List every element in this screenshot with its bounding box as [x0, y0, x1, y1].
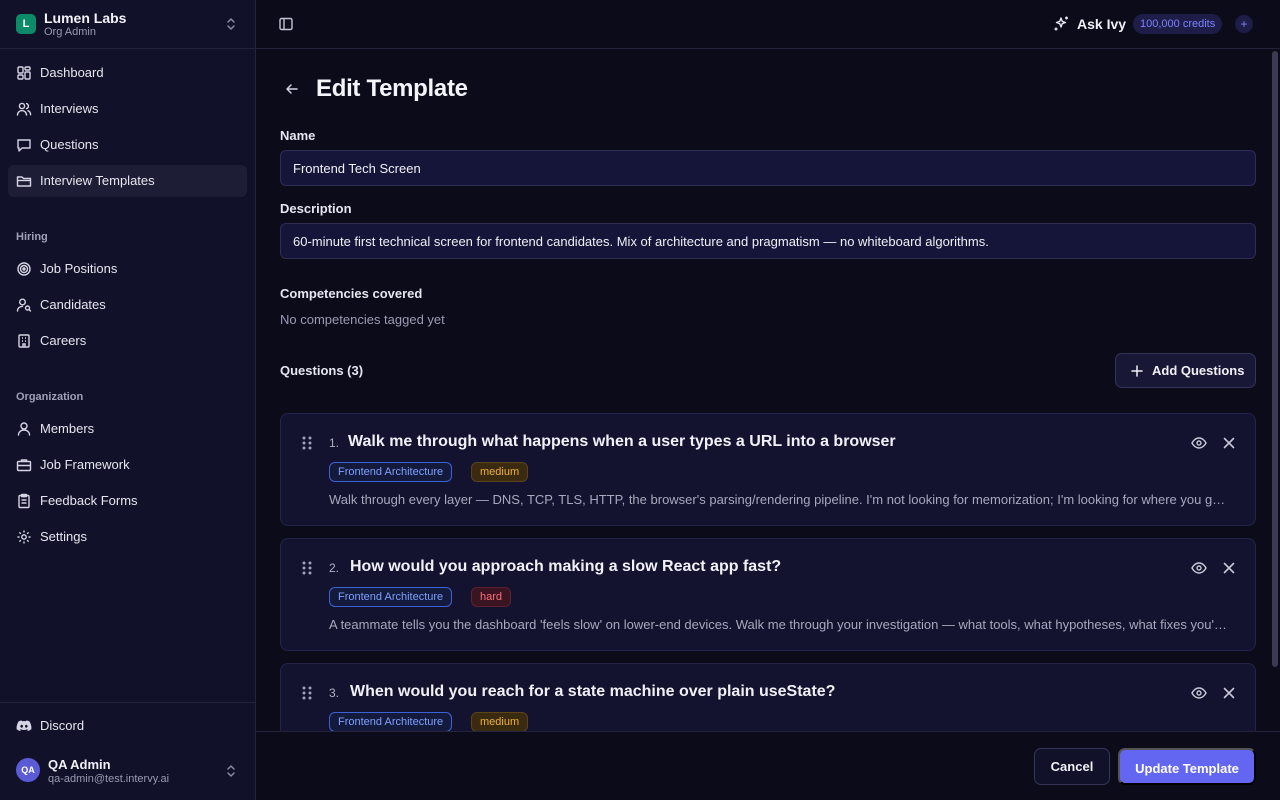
eye-icon[interactable] [1191, 685, 1207, 701]
question-card[interactable]: 1. Walk me through what happens when a u… [280, 413, 1256, 526]
page-title: Edit Template [316, 75, 468, 102]
ask-ivy-button[interactable]: Ask Ivy [1077, 16, 1126, 32]
drag-handle-icon[interactable] [301, 435, 313, 451]
folder-icon [16, 173, 32, 189]
clipboard-icon [16, 493, 32, 509]
briefcase-icon [16, 457, 32, 473]
sidebar-item-job-framework[interactable]: Job Framework [8, 449, 247, 481]
sidebar-item-members[interactable]: Members [8, 413, 247, 445]
chat-icon [16, 137, 32, 153]
sidebar-item-label: Members [40, 421, 95, 436]
name-label: Name [280, 128, 316, 143]
difficulty-tag: medium [471, 462, 529, 482]
app-root: L Lumen Labs Org Admin Dashboard Intervi… [0, 0, 1280, 800]
sidebar-item-interview-templates[interactable]: Interview Templates [8, 165, 247, 197]
gear-icon [16, 529, 32, 545]
sidebar-item-label: Candidates [40, 297, 106, 312]
question-title: How would you approach making a slow Rea… [350, 558, 782, 575]
sidebar-item-label: Discord [40, 718, 85, 733]
eye-icon[interactable] [1191, 435, 1207, 451]
user-icon [16, 421, 32, 437]
org-badge: L [16, 14, 36, 34]
target-icon [16, 261, 32, 277]
question-title: When would you reach for a state machine… [350, 683, 836, 700]
sidebar-item-label: Job Framework [40, 457, 130, 472]
org-name: Lumen Labs [44, 10, 127, 26]
sidebar-item-label: Job Positions [40, 261, 118, 276]
sparkles-icon[interactable] [1053, 15, 1071, 33]
close-icon[interactable] [1221, 560, 1237, 576]
user-search-icon [16, 297, 32, 313]
dashboard-icon [16, 65, 32, 81]
user-name: QA Admin [48, 757, 111, 772]
competencies-empty-text: No competencies tagged yet [280, 312, 445, 327]
add-questions-label: Add Questions [1152, 363, 1245, 378]
add-questions-button[interactable]: Add Questions [1115, 353, 1256, 388]
question-card[interactable]: 3. When would you reach for a state mach… [280, 663, 1256, 731]
description-field[interactable] [280, 223, 1256, 259]
close-icon[interactable] [1221, 685, 1237, 701]
competency-tag: Frontend Architecture [329, 712, 453, 731]
question-description: A teammate tells you the dashboard 'feel… [329, 617, 1229, 632]
sidebar-item-interviews[interactable]: Interviews [8, 93, 247, 125]
users-icon [16, 101, 32, 117]
scrollbar-thumb[interactable] [1272, 51, 1278, 667]
discord-icon [16, 718, 32, 734]
competency-tag: Frontend Architecture [329, 462, 453, 482]
sidebar-item-label: Settings [40, 529, 87, 544]
chevron-up-down-icon [224, 16, 238, 32]
question-number: 2. [329, 561, 340, 575]
eye-icon[interactable] [1191, 560, 1207, 576]
questions-label: Questions (3) [280, 363, 364, 378]
competencies-label: Competencies covered [280, 286, 423, 301]
question-title: Walk me through what happens when a user… [348, 433, 896, 450]
sidebar-item-job-positions[interactable]: Job Positions [8, 253, 247, 285]
update-template-button[interactable]: Update Template [1118, 748, 1256, 785]
question-description: Walk through every layer — DNS, TCP, TLS… [329, 492, 1229, 507]
drag-handle-icon[interactable] [301, 560, 313, 576]
competency-tag: Frontend Architecture [329, 587, 453, 607]
sidebar-item-settings[interactable]: Settings [8, 521, 247, 553]
sidebar-item-feedback-forms[interactable]: Feedback Forms [8, 485, 247, 517]
user-email: qa-admin@test.intervy.ai [48, 773, 170, 785]
sidebar-item-label: Interviews [40, 101, 99, 116]
question-number: 3. [329, 686, 340, 700]
drag-handle-icon[interactable] [301, 685, 313, 701]
sidebar-item-label: Careers [40, 333, 87, 348]
sidebar-item-careers[interactable]: Careers [8, 325, 247, 357]
credits-badge[interactable]: 100,000 credits [1133, 14, 1223, 34]
form-footer: Cancel Update Template [256, 731, 1280, 800]
difficulty-tag: medium [471, 712, 529, 731]
sidebar-item-label: Feedback Forms [40, 493, 138, 508]
sidebar-item-questions[interactable]: Questions [8, 129, 247, 161]
org-switcher[interactable]: L Lumen Labs Org Admin [0, 0, 255, 49]
question-number: 1. [329, 436, 340, 450]
close-icon[interactable] [1221, 435, 1237, 451]
section-title-hiring: Hiring [16, 231, 48, 243]
difficulty-tag: hard [471, 587, 512, 607]
topbar: Ask Ivy 100,000 credits + [256, 0, 1280, 49]
sidebar-item-candidates[interactable]: Candidates [8, 289, 247, 321]
name-field[interactable] [280, 150, 1256, 186]
org-role: Org Admin [44, 26, 96, 38]
main-content: Edit Template Name Description Competenc… [256, 49, 1280, 731]
description-label: Description [280, 201, 352, 216]
sidebar-item-discord[interactable]: Discord [8, 710, 247, 742]
sidebar-toggle-icon[interactable] [278, 16, 294, 32]
sidebar-item-label: Interview Templates [40, 173, 155, 188]
plus-icon [1130, 364, 1144, 378]
add-credits-button[interactable]: + [1235, 15, 1253, 33]
user-menu-chevron-icon[interactable] [224, 763, 238, 779]
section-title-organization: Organization [16, 391, 84, 403]
back-arrow-icon[interactable] [284, 81, 300, 97]
sidebar-item-label: Questions [40, 137, 99, 152]
question-card[interactable]: 2. How would you approach making a slow … [280, 538, 1256, 651]
avatar[interactable]: QA [16, 758, 40, 782]
sidebar-item-dashboard[interactable]: Dashboard [8, 57, 247, 89]
cancel-button[interactable]: Cancel [1034, 748, 1110, 785]
scrollbar[interactable] [1270, 49, 1280, 731]
building-icon [16, 333, 32, 349]
sidebar: L Lumen Labs Org Admin Dashboard Intervi… [0, 0, 256, 800]
sidebar-item-label: Dashboard [40, 65, 104, 80]
